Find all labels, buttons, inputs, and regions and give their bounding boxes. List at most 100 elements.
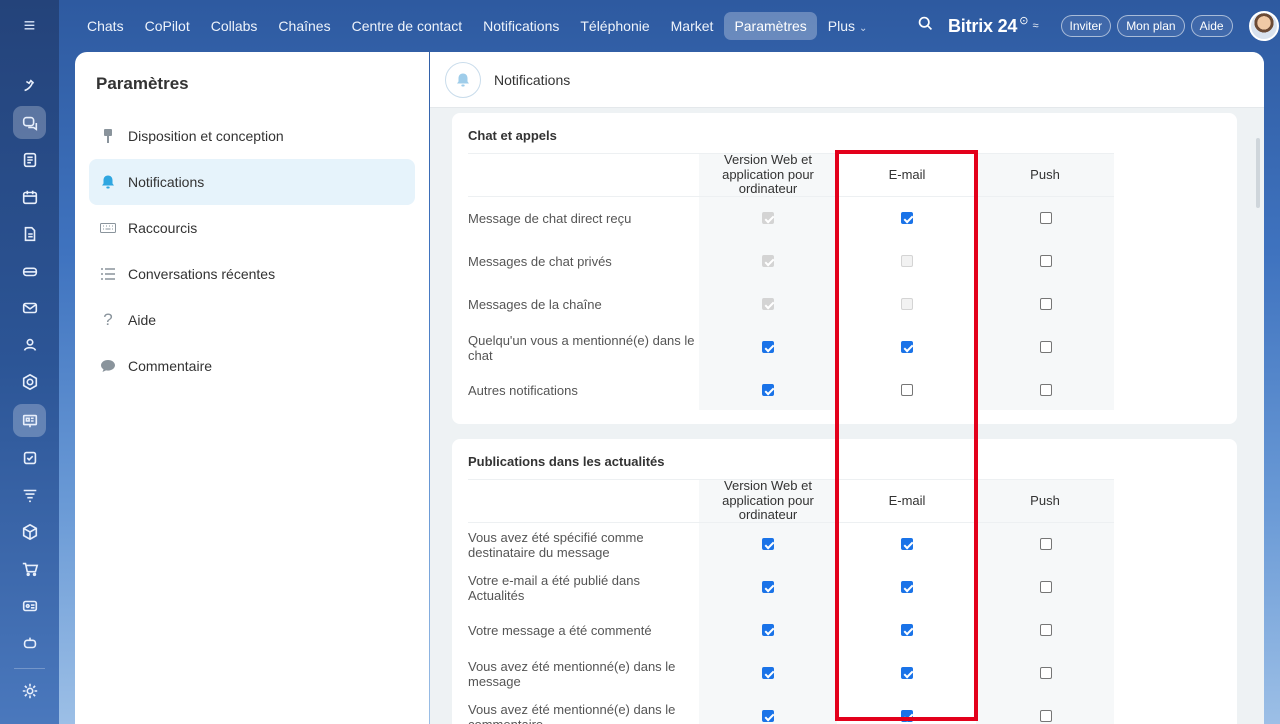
rail-item-settings[interactable] bbox=[13, 674, 46, 707]
rail-item-mail[interactable] bbox=[13, 291, 46, 324]
scrollbar[interactable] bbox=[1256, 138, 1260, 208]
rail-item-funnel[interactable] bbox=[13, 478, 46, 511]
email-checkbox[interactable] bbox=[901, 538, 913, 550]
settings-item-label: Disposition et conception bbox=[128, 128, 284, 144]
settings-item-label: Notifications bbox=[128, 174, 205, 190]
tab-more-label: Plus bbox=[827, 18, 856, 34]
switch-icon[interactable]: ≈ bbox=[1032, 20, 1038, 32]
funnel-icon bbox=[23, 489, 36, 502]
push-checkbox[interactable] bbox=[1040, 298, 1052, 310]
keyboard-icon bbox=[99, 219, 117, 237]
settings-item-label: Commentaire bbox=[128, 358, 213, 374]
question-icon: ? bbox=[103, 310, 113, 329]
tab-market[interactable]: Market bbox=[661, 12, 724, 40]
bell-icon bbox=[99, 173, 117, 191]
brand-logo[interactable]: Bitrix 24 bbox=[948, 16, 1017, 37]
search-icon[interactable] bbox=[917, 15, 934, 37]
rail-item-shop[interactable] bbox=[13, 552, 46, 585]
invite-button[interactable]: Inviter bbox=[1060, 15, 1112, 37]
web-checkbox[interactable] bbox=[762, 581, 774, 593]
rail-item-contacts[interactable] bbox=[13, 589, 46, 622]
email-checkbox[interactable] bbox=[901, 384, 913, 396]
avatar[interactable] bbox=[1248, 11, 1279, 41]
rail-item-feed[interactable] bbox=[13, 69, 46, 102]
push-checkbox[interactable] bbox=[1040, 624, 1052, 636]
email-checkbox[interactable] bbox=[901, 710, 913, 722]
file-icon bbox=[24, 226, 35, 241]
rail-item-inventory[interactable] bbox=[13, 515, 46, 548]
table-row: Votre e-mail a été publié dans Actualité… bbox=[468, 566, 1114, 609]
email-checkbox[interactable] bbox=[901, 212, 913, 224]
tab-collabs[interactable]: Collabs bbox=[201, 12, 268, 40]
push-checkbox[interactable] bbox=[1040, 538, 1052, 550]
rail-item-crm[interactable] bbox=[13, 365, 46, 398]
tab-telephony[interactable]: Téléphonie bbox=[570, 12, 659, 40]
web-checkbox bbox=[762, 212, 774, 224]
rail-item-calendar[interactable] bbox=[13, 180, 46, 213]
row-label: Vous avez été spécifié comme destinatair… bbox=[468, 529, 644, 560]
email-checkbox[interactable] bbox=[901, 667, 913, 679]
tab-notifications[interactable]: Notifications bbox=[473, 12, 569, 40]
email-checkbox[interactable] bbox=[901, 624, 913, 636]
left-rail: ≡ bbox=[0, 0, 59, 724]
email-checkbox bbox=[901, 255, 913, 267]
menu-icon[interactable]: ≡ bbox=[0, 8, 59, 44]
tab-contact-center[interactable]: Centre de contact bbox=[342, 12, 473, 40]
settings-item-label: Raccourcis bbox=[128, 220, 198, 236]
email-checkbox[interactable] bbox=[901, 341, 913, 353]
tab-copilot[interactable]: CoPilot bbox=[135, 12, 200, 40]
settings-item-layout[interactable]: Disposition et conception bbox=[89, 113, 415, 159]
web-checkbox[interactable] bbox=[762, 710, 774, 722]
rail-item-bot[interactable] bbox=[13, 626, 46, 659]
settings-item-help[interactable]: ? Aide bbox=[89, 297, 415, 343]
rail-item-tasks[interactable] bbox=[13, 143, 46, 176]
gear-icon bbox=[22, 683, 37, 698]
table-row: Vous avez été spécifié comme destinatair… bbox=[468, 523, 1114, 566]
row-label: Autres notifications bbox=[468, 383, 578, 398]
row-label: Quelqu'un vous a mentionné(e) dans le ch… bbox=[468, 332, 695, 363]
board-icon bbox=[22, 414, 37, 427]
push-checkbox[interactable] bbox=[1040, 341, 1052, 353]
push-checkbox[interactable] bbox=[1040, 581, 1052, 593]
tab-settings[interactable]: Paramètres bbox=[724, 12, 817, 40]
help-button[interactable]: Aide bbox=[1190, 15, 1233, 37]
rail-item-drive[interactable] bbox=[13, 254, 46, 287]
email-checkbox[interactable] bbox=[901, 581, 913, 593]
id-card-icon bbox=[22, 600, 37, 611]
web-checkbox[interactable] bbox=[762, 384, 774, 396]
rail-item-checklist[interactable] bbox=[13, 441, 46, 474]
push-checkbox[interactable] bbox=[1040, 212, 1052, 224]
settings-item-shortcuts[interactable]: Raccourcis bbox=[89, 205, 415, 251]
web-checkbox[interactable] bbox=[762, 341, 774, 353]
rail-item-groups[interactable] bbox=[13, 328, 46, 361]
rail-item-docs[interactable] bbox=[13, 217, 46, 250]
web-checkbox[interactable] bbox=[762, 538, 774, 550]
push-checkbox[interactable] bbox=[1040, 384, 1052, 396]
tab-chats[interactable]: Chats bbox=[77, 12, 134, 40]
section-title: Chat et appels bbox=[468, 128, 557, 143]
settings-item-notifications[interactable]: Notifications bbox=[89, 159, 415, 205]
my-plan-button[interactable]: Mon plan bbox=[1117, 15, 1185, 37]
content-title: Notifications bbox=[494, 71, 571, 88]
content-header: Notifications bbox=[430, 52, 1264, 108]
settings-item-recent[interactable]: Conversations récentes bbox=[89, 251, 415, 297]
people-icon bbox=[23, 338, 36, 351]
web-checkbox[interactable] bbox=[762, 624, 774, 636]
notification-grid: Version Web et application pour ordinate… bbox=[468, 479, 1114, 724]
section-chat-calls: Chat et appels Version Web et applicatio… bbox=[452, 113, 1237, 424]
chat-icon bbox=[22, 116, 37, 131]
robot-icon bbox=[23, 637, 36, 648]
push-checkbox[interactable] bbox=[1040, 667, 1052, 679]
tab-channels[interactable]: Chaînes bbox=[268, 12, 340, 40]
settings-item-feedback[interactable]: Commentaire bbox=[89, 343, 415, 389]
push-checkbox[interactable] bbox=[1040, 255, 1052, 267]
top-nav: Chats CoPilot Collabs Chaînes Centre de … bbox=[77, 12, 878, 40]
bell-icon bbox=[445, 61, 481, 98]
rail-item-sites[interactable] bbox=[13, 404, 46, 437]
tab-more[interactable]: Plus ⌄ bbox=[818, 12, 878, 40]
rail-item-messenger[interactable] bbox=[13, 106, 46, 139]
notification-grid: Version Web et application pour ordinate… bbox=[468, 153, 1114, 411]
push-checkbox[interactable] bbox=[1040, 710, 1052, 722]
web-checkbox[interactable] bbox=[762, 667, 774, 679]
column-header-email: E-mail bbox=[888, 492, 926, 508]
